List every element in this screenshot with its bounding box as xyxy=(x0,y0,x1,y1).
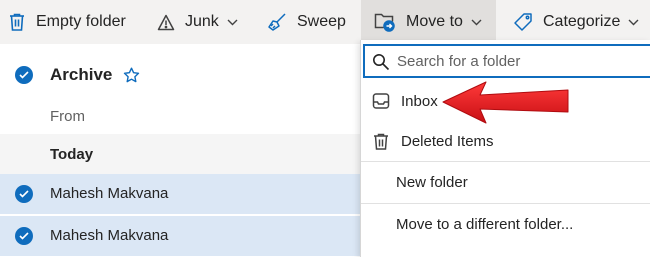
group-label: Today xyxy=(50,146,94,163)
sweep-label: Sweep xyxy=(297,13,346,30)
folder-search-input[interactable] xyxy=(397,50,647,72)
favorite-star-icon[interactable] xyxy=(123,67,140,88)
annotation-arrow-icon xyxy=(442,81,569,124)
trash-icon xyxy=(372,132,390,155)
menu-item-label: Move to a different folder... xyxy=(396,216,574,233)
menu-item-new-folder[interactable]: New folder xyxy=(361,163,650,203)
menu-item-deleted-items[interactable]: Deleted Items xyxy=(361,122,650,162)
move-to-label: Move to xyxy=(406,13,463,30)
folder-search-box xyxy=(363,44,650,78)
menu-item-label: New folder xyxy=(396,174,468,191)
message-row[interactable]: Mahesh Makvana xyxy=(0,174,360,214)
folder-title: Archive xyxy=(50,65,113,84)
empty-folder-label: Empty folder xyxy=(36,13,126,30)
menu-divider xyxy=(361,161,650,162)
junk-button[interactable]: Junk xyxy=(157,0,238,44)
message-sender: Mahesh Makvana xyxy=(50,227,169,244)
broom-icon xyxy=(267,12,287,32)
chevron-down-icon xyxy=(227,19,238,26)
warning-icon xyxy=(157,14,175,31)
inbox-icon xyxy=(372,92,390,114)
chevron-down-icon xyxy=(628,19,639,26)
message-row[interactable]: Mahesh Makvana xyxy=(0,216,360,256)
trash-icon xyxy=(8,12,26,32)
message-checkbox[interactable] xyxy=(15,185,33,203)
sweep-button[interactable]: Sweep xyxy=(267,0,346,44)
menu-item-move-to-different-folder[interactable]: Move to a different folder... xyxy=(361,205,650,245)
menu-item-label: Deleted Items xyxy=(401,133,494,150)
folder-move-icon xyxy=(374,12,396,32)
message-list: Archive From Today Mahesh Makvana Mahesh… xyxy=(0,44,360,257)
group-header-today: Today xyxy=(0,134,360,174)
from-column-label[interactable]: From xyxy=(50,108,85,125)
column-header: From xyxy=(0,98,360,134)
move-to-menu: Inbox Deleted Items New folder Move to a… xyxy=(360,40,650,257)
menu-item-label: Inbox xyxy=(401,93,438,110)
chevron-down-icon xyxy=(471,19,482,26)
menu-divider xyxy=(361,203,650,204)
categorize-button[interactable]: Categorize xyxy=(513,0,639,44)
folder-header: Archive xyxy=(0,55,360,95)
select-all-checkbox[interactable] xyxy=(15,66,33,84)
empty-folder-button[interactable]: Empty folder xyxy=(8,0,126,44)
categorize-label: Categorize xyxy=(543,13,621,30)
message-checkbox[interactable] xyxy=(15,227,33,245)
command-toolbar: Empty folder Junk Sweep Move to Categori… xyxy=(0,0,650,44)
message-sender: Mahesh Makvana xyxy=(50,185,169,202)
tag-icon xyxy=(513,12,533,32)
junk-label: Junk xyxy=(185,13,219,30)
move-to-button[interactable]: Move to xyxy=(361,0,496,44)
